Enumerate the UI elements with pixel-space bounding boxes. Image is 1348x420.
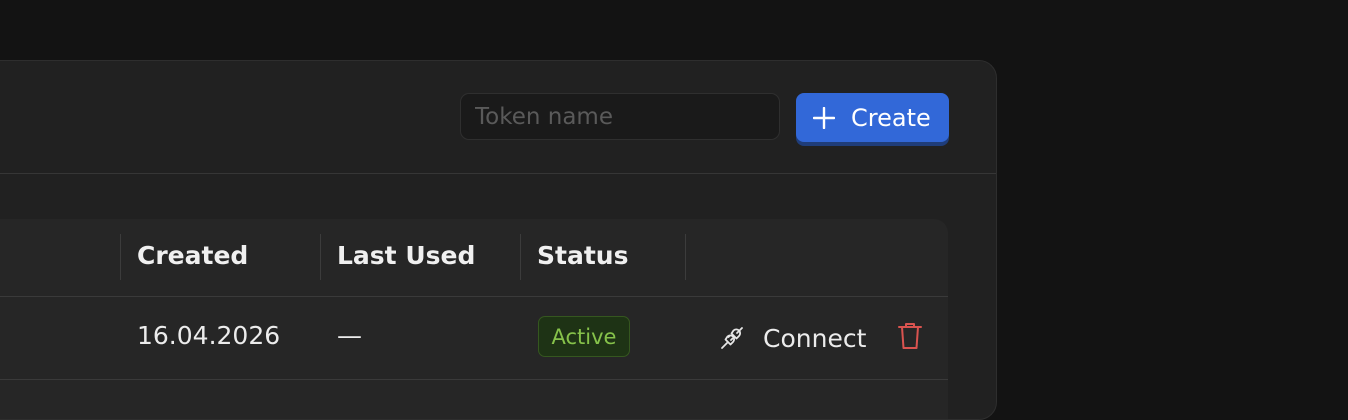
tokens-toolbar: Create — [0, 61, 996, 174]
create-button-label: Create — [851, 103, 931, 132]
tokens-table: Created Last Used Status 16.04.2026 — Ac… — [0, 219, 948, 419]
column-header-status[interactable]: Status — [537, 241, 628, 270]
plug-icon — [719, 325, 745, 351]
table-header: Created Last Used Status — [0, 219, 948, 297]
column-separator[interactable] — [120, 234, 121, 280]
created-date: 16.04.2026 — [137, 321, 281, 350]
column-header-created[interactable]: Created — [137, 241, 248, 270]
column-header-last-used[interactable]: Last Used — [337, 241, 475, 270]
last-used-value: — — [337, 321, 362, 350]
tokens-panel: Create Created Last Used Status 16.04.20… — [0, 60, 997, 420]
status-badge: Active — [538, 316, 630, 357]
connect-button[interactable]: Connect — [719, 319, 866, 357]
table-row: 16.04.2026 — Active Connect — [0, 297, 948, 380]
token-name-input[interactable] — [460, 93, 780, 140]
create-token-button[interactable]: Create — [796, 93, 949, 142]
column-separator[interactable] — [685, 234, 686, 280]
delete-token-button[interactable] — [896, 321, 924, 353]
connect-button-label: Connect — [763, 323, 867, 353]
trash-icon — [897, 323, 923, 354]
column-separator[interactable] — [320, 234, 321, 280]
plus-icon — [812, 106, 836, 129]
column-separator[interactable] — [520, 234, 521, 280]
